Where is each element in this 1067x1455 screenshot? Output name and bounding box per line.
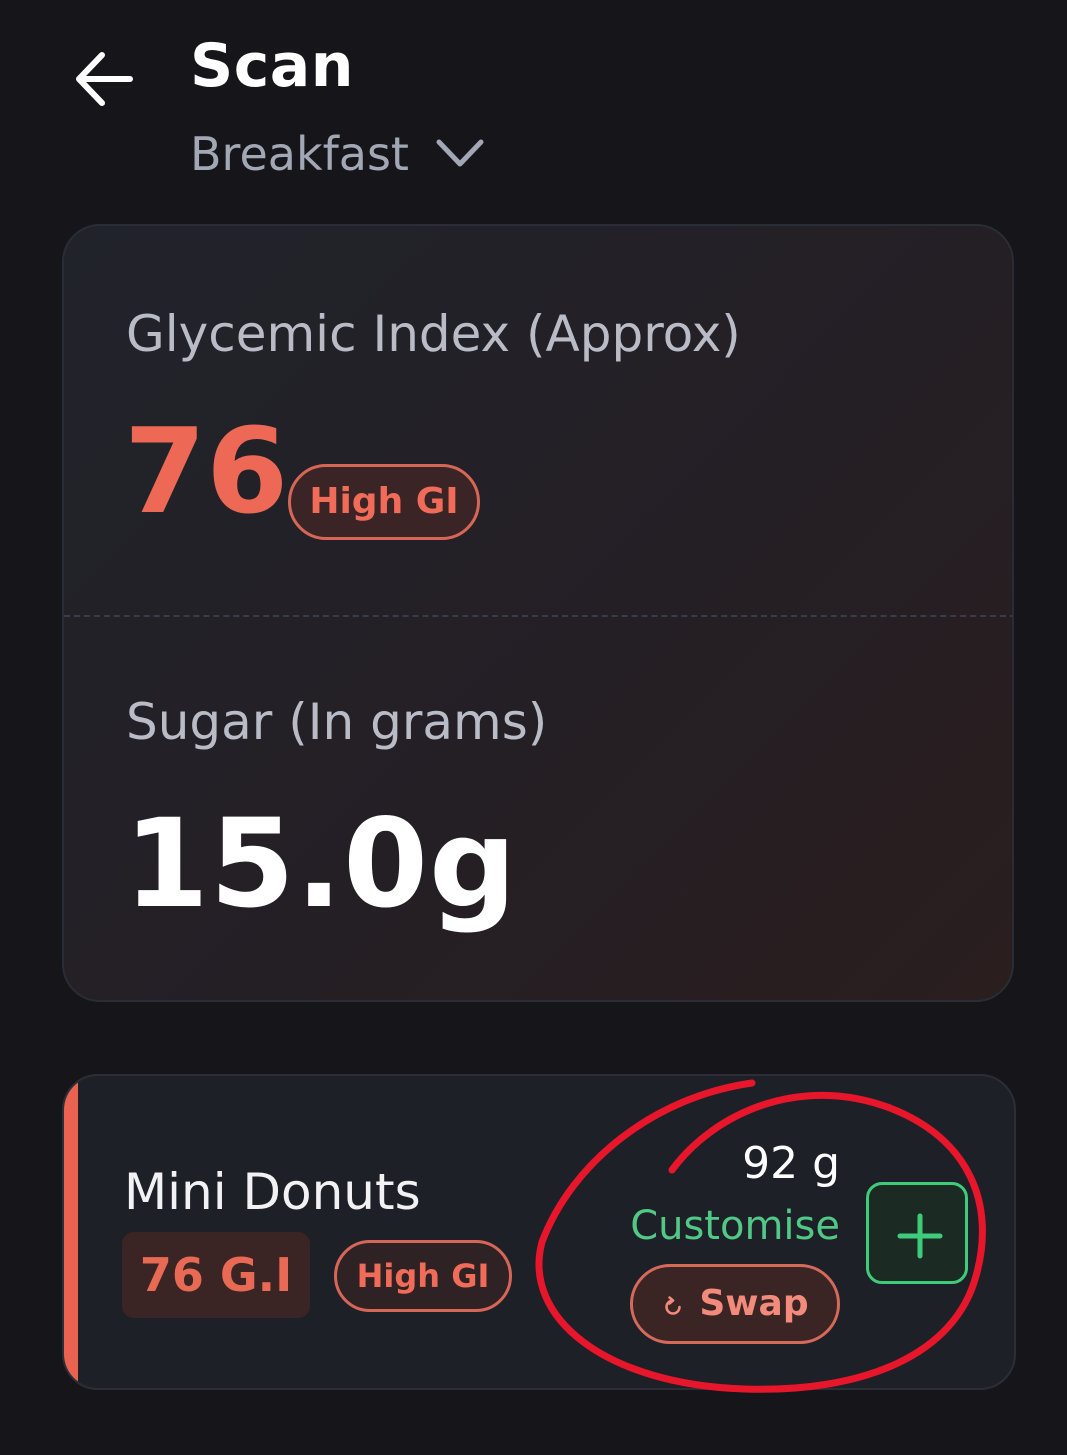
refresh-icon [665,1296,682,1315]
high-gi-badge: High GI [288,464,480,540]
swap-button[interactable]: Swap [630,1264,840,1344]
high-gi-accent-bar [64,1076,78,1388]
meal-selector-label: Breakfast [190,127,409,181]
customise-button[interactable]: Customise [584,1202,840,1250]
sugar-value: 15.0g [124,793,518,935]
back-arrow-icon [76,52,133,106]
food-item-card[interactable]: Mini Donuts 76 G.I High GI 92 g Customis… [62,1074,1016,1390]
meal-selector[interactable]: Breakfast [190,124,485,184]
add-food-button[interactable] [866,1182,968,1284]
food-high-gi-badge: High GI [334,1240,512,1312]
swap-label: Swap [699,1283,809,1324]
card-divider [64,615,1012,617]
nutrition-summary-card: Glycemic Index (Approx) 76 High GI Sugar… [62,224,1014,1002]
plus-icon [897,1213,943,1259]
glycemic-index-value: 76 [124,402,289,540]
chevron-down-icon [436,139,484,167]
glycemic-index-label: Glycemic Index (Approx) [126,305,741,363]
page-title: Scan [190,31,354,101]
food-item-name: Mini Donuts [124,1163,421,1221]
food-weight: 92 g [742,1138,840,1189]
back-button[interactable] [72,48,138,110]
food-gi-chip: 76 G.I [122,1232,310,1318]
sugar-label: Sugar (In grams) [126,693,548,751]
